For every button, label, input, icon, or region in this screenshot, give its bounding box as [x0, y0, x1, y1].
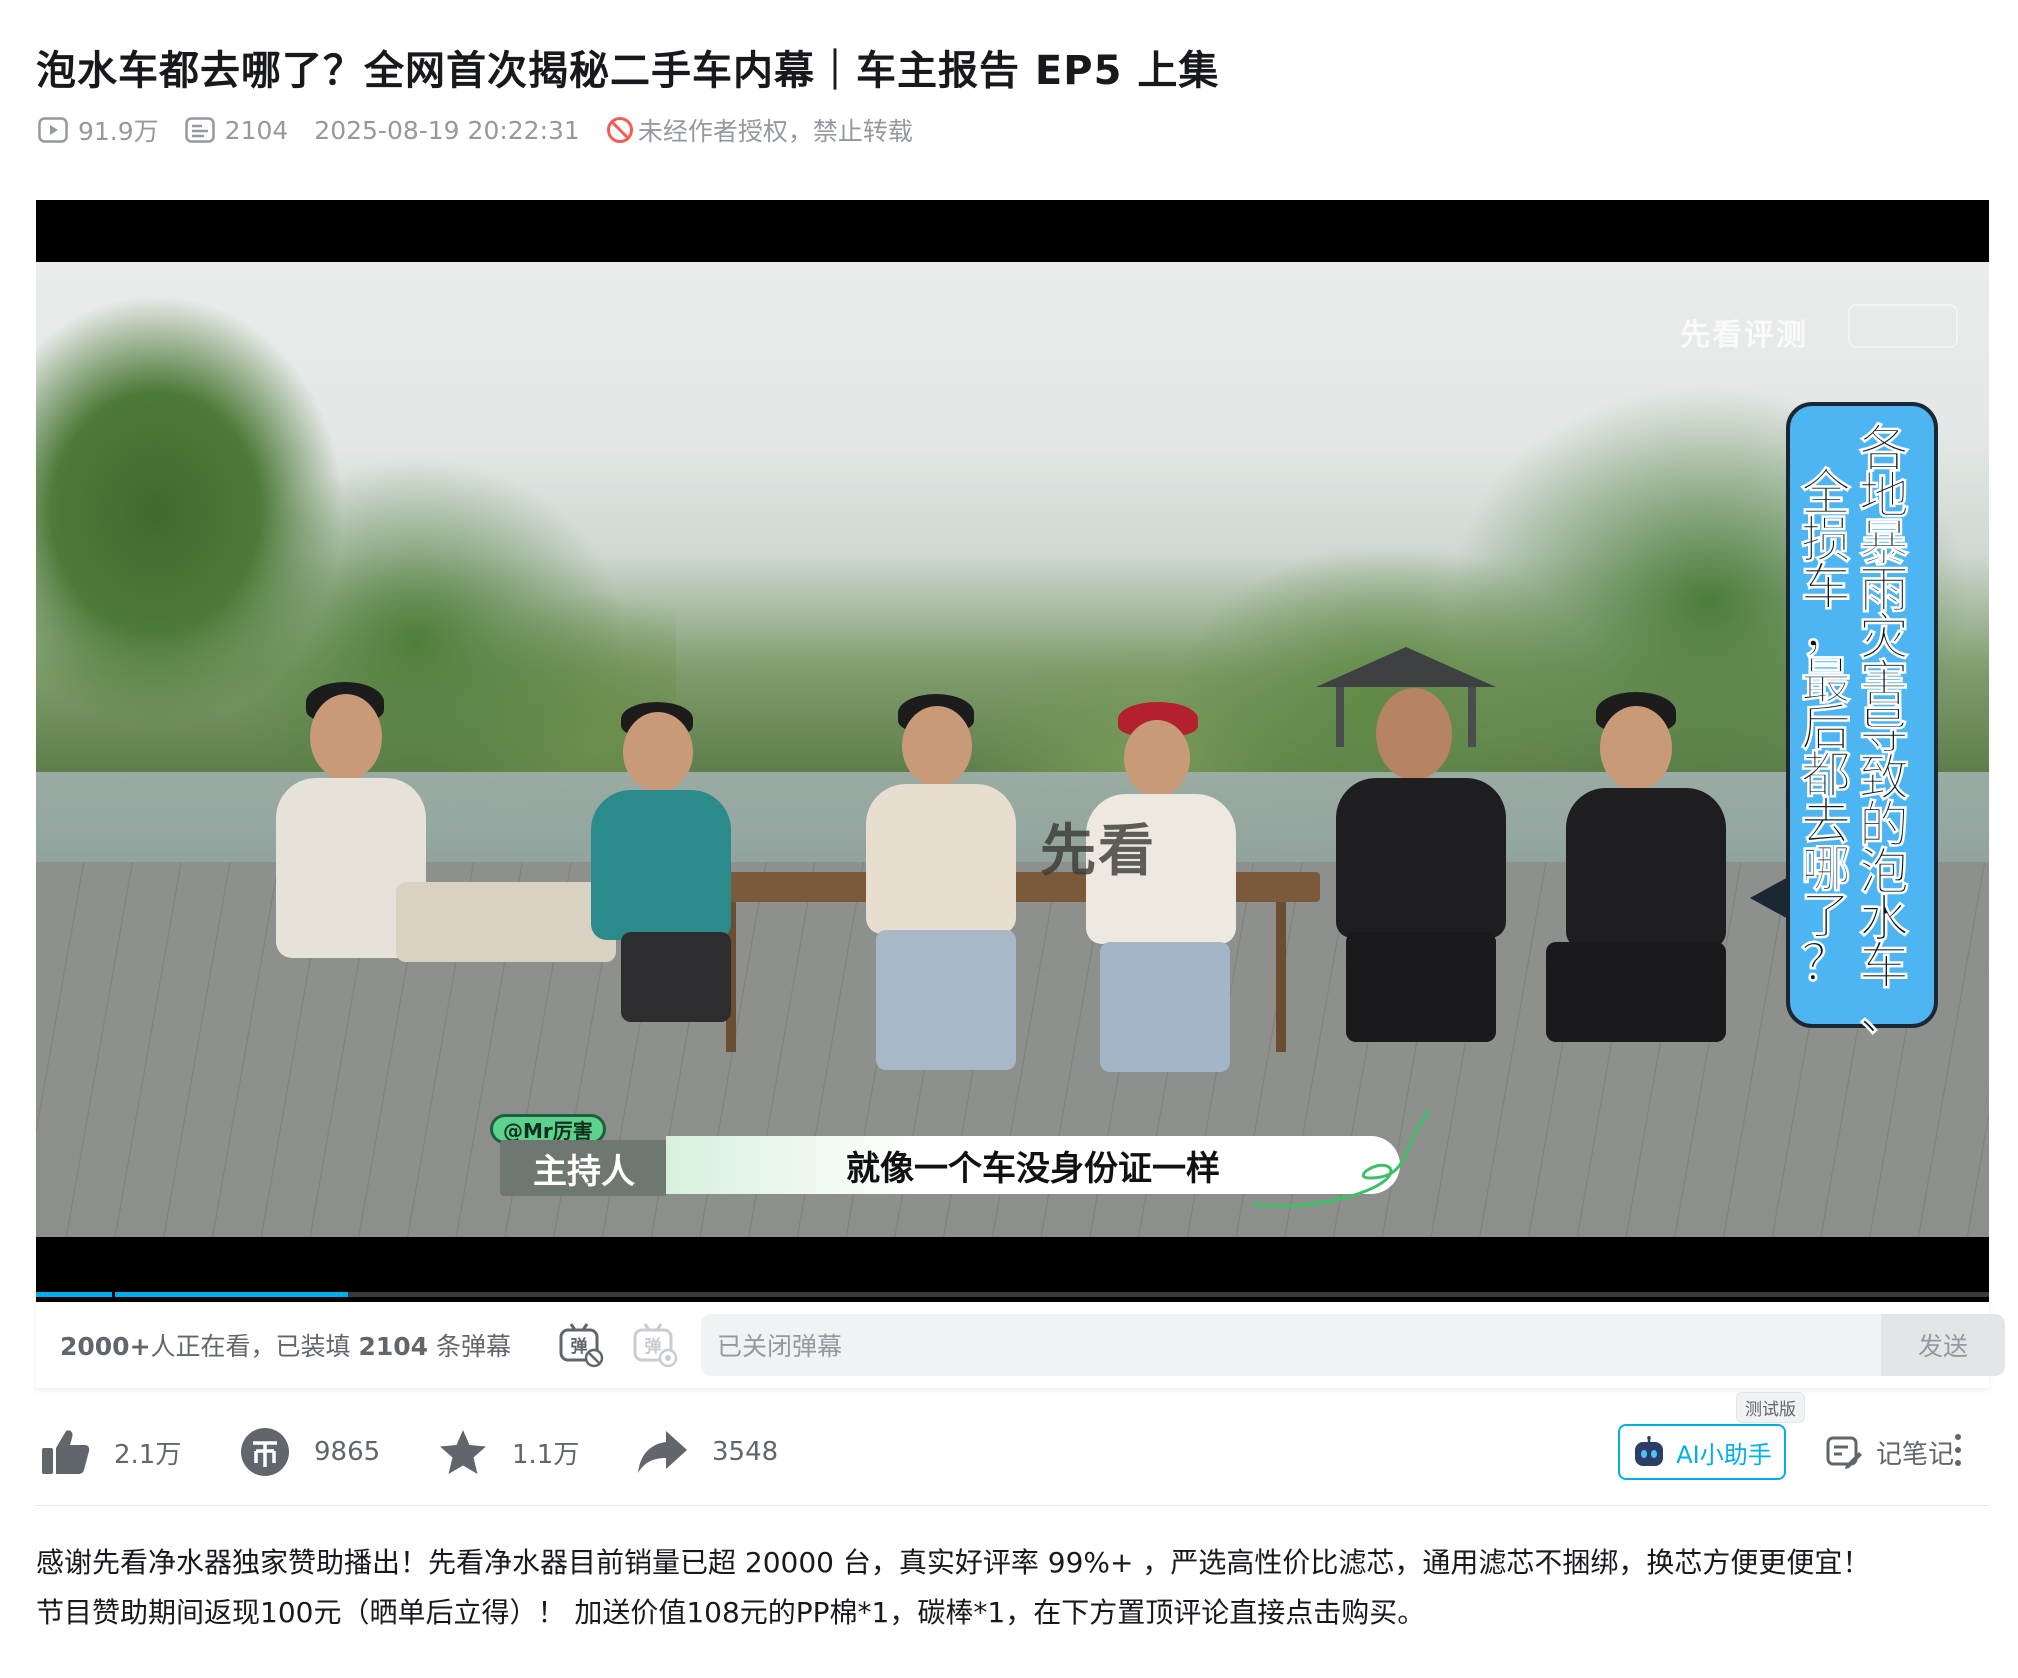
ai-assistant-label: AI小助手 [1676, 1440, 1772, 1469]
like-count: 2.1万 [114, 1439, 182, 1470]
subtitle-squiggle [1251, 1109, 1432, 1208]
watermark-logo [1848, 304, 1958, 348]
favorite-count: 1.1万 [512, 1439, 580, 1470]
danmaku-count: 2104 [224, 115, 289, 145]
online-viewers: 2000+人正在看，已装填 2104 条弹幕 [60, 1327, 511, 1363]
video-title: 泡水车都去哪了？全网首次揭秘二手车内幕｜车主报告 EP5 上集 [36, 48, 1220, 94]
danmaku-settings-icon[interactable]: 弹 [632, 1322, 678, 1368]
host-role-label: 主持人 [500, 1140, 668, 1196]
copyright-notice: 未经作者授权，禁止转载 [606, 112, 913, 148]
danmaku-count-icon [184, 117, 215, 143]
ai-beta-badge: 测试版 [1736, 1392, 1805, 1423]
progress-marker [112, 1292, 115, 1297]
more-options-icon[interactable] [1952, 1434, 1964, 1470]
danmaku-input[interactable]: 已关闭弹幕 [701, 1314, 1881, 1376]
video-watermark: 先看评测 [1680, 318, 1808, 353]
svg-text:弹: 弹 [645, 1336, 662, 1357]
action-bar: 2.1万 9865 1.1万 3548 测试版 AI小助手 记笔记 [36, 1392, 1989, 1482]
progress-fill [36, 1292, 349, 1297]
video-meta: 91.9万 2104 2025-08-19 20:22:31 未经作者授权，禁止… [38, 112, 939, 148]
share-count: 3548 [712, 1437, 779, 1467]
bubble-line-1: 各地暴雨灾害导致的泡水车、 [1859, 420, 1910, 1042]
notes-button[interactable]: 记笔记 [1826, 1422, 1954, 1482]
no-repost-icon [606, 117, 633, 143]
description-line-1: 感谢先看净水器独家赞助播出！先看净水器目前销量已超 20000 台，真实好评率 … [36, 1546, 1871, 1579]
favorite-button[interactable]: 1.1万 [438, 1422, 579, 1482]
like-button[interactable]: 2.1万 [40, 1422, 181, 1482]
danmaku-bar: 2000+人正在看，已装填 2104 条弹幕 弹 弹 已关闭弹幕 发送 [36, 1302, 2005, 1388]
speech-bubble: 各地暴雨灾害导致的泡水车、 全损车，最后都去哪了？ [1750, 402, 1938, 1039]
svg-text:弹: 弹 [571, 1336, 588, 1357]
notes-icon [1826, 1436, 1862, 1469]
coin-icon [241, 1428, 289, 1476]
scene-sign: 先看 [1040, 819, 1156, 884]
share-arrow-icon [638, 1431, 687, 1473]
views-count: 91.9万 [78, 117, 159, 146]
notes-label: 记笔记 [1876, 1439, 1955, 1470]
thumbs-up-icon [42, 1430, 90, 1474]
loaded-danmaku-count: 2104 [358, 1332, 429, 1361]
viewers-text: 人正在看，已装填 [150, 1332, 359, 1361]
coin-button[interactable]: 9865 [240, 1422, 380, 1482]
ai-assistant-button[interactable]: AI小助手 [1618, 1424, 1786, 1480]
coin-count: 9865 [314, 1437, 381, 1467]
video-frame[interactable]: 先看 [36, 262, 1989, 1237]
viewers-suffix: 条弹幕 [428, 1332, 512, 1361]
share-button[interactable]: 3548 [636, 1422, 778, 1482]
danmaku-send-button[interactable]: 发送 [1881, 1314, 2005, 1376]
play-count-icon [38, 117, 68, 143]
robot-icon [1635, 1436, 1664, 1466]
divider [36, 1505, 1989, 1506]
bubble-line-2: 全损车，最后都去哪了？ [1801, 464, 1852, 992]
video-description: 感谢先看净水器独家赞助播出！先看净水器目前销量已超 20000 台，真实好评率 … [36, 1538, 1989, 1638]
star-icon [440, 1430, 486, 1474]
description-line-2: 节目赞助期间返现100元（晒单后立得）！ 加送价值108元的PP棉*1，碳棒*1… [36, 1596, 1426, 1629]
danmaku-stat: 2104 [184, 115, 289, 145]
copyright-text: 未经作者授权，禁止转载 [637, 117, 913, 146]
danmaku-toggle-icon[interactable]: 弹 [558, 1322, 604, 1368]
viewers-count: 2000+ [60, 1332, 151, 1361]
publish-datetime: 2025-08-19 20:22:31 [314, 115, 580, 145]
views-stat: 91.9万 [38, 112, 159, 148]
